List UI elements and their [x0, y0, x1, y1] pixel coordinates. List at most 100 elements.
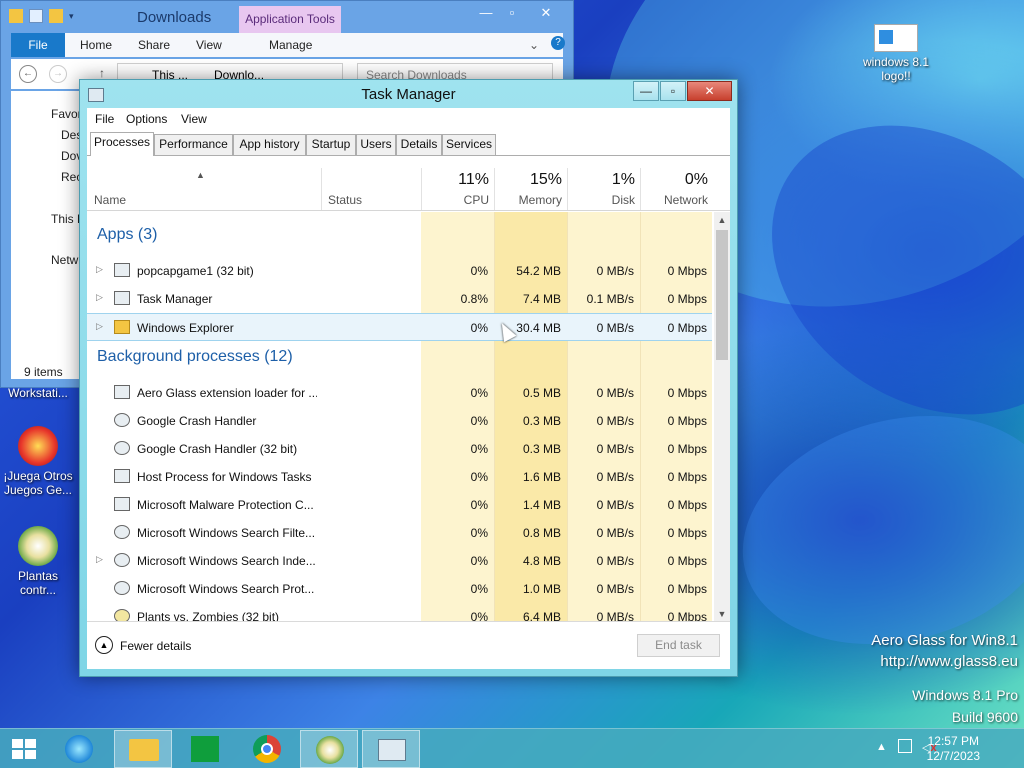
- tab-home[interactable]: Home: [80, 38, 112, 52]
- close-button[interactable]: ✕: [687, 81, 732, 101]
- tab-view[interactable]: View: [196, 38, 222, 52]
- table-row[interactable]: Google Crash Handler 0% 0.3 MB 0 MB/s 0 …: [87, 407, 712, 435]
- desktop-icon-windows-logo[interactable]: windows 8.1 logo!!: [858, 24, 934, 83]
- process-name: Microsoft Windows Search Prot...: [137, 582, 315, 596]
- table-row[interactable]: Google Crash Handler (32 bit) 0% 0.3 MB …: [87, 435, 712, 463]
- end-task-button[interactable]: End task: [637, 634, 720, 657]
- tab-app-history[interactable]: App history: [233, 134, 306, 155]
- nav-item-network[interactable]: Netw: [51, 253, 78, 267]
- taskbar-store[interactable]: [176, 730, 234, 768]
- chevron-down-icon[interactable]: ⌄: [529, 38, 539, 52]
- close-button[interactable]: ✕: [531, 5, 561, 25]
- tab-strip: Processes Performance App history Startu…: [90, 132, 730, 156]
- tab-startup[interactable]: Startup: [306, 134, 356, 155]
- scrollbar-thumb[interactable]: [716, 230, 728, 360]
- nav-item-favorites[interactable]: Favor: [51, 107, 82, 121]
- column-status[interactable]: Status: [328, 193, 362, 207]
- start-button[interactable]: [0, 730, 48, 768]
- column-divider: [494, 168, 495, 210]
- disk-value: 0.1 MB/s: [586, 292, 634, 306]
- table-row[interactable]: Host Process for Windows Tasks 0% 1.6 MB…: [87, 463, 712, 491]
- tab-processes[interactable]: Processes: [90, 132, 154, 156]
- expand-icon[interactable]: ▷: [96, 292, 103, 303]
- table-row[interactable]: Plants vs. Zombies (32 bit) 0% 6.4 MB 0 …: [87, 603, 712, 622]
- table-row[interactable]: Microsoft Windows Search Filte... 0% 0.8…: [87, 519, 712, 547]
- column-memory[interactable]: Memory: [500, 193, 562, 207]
- table-row[interactable]: Microsoft Malware Protection C... 0% 1.4…: [87, 491, 712, 519]
- chrome-icon: [253, 735, 281, 763]
- taskbar: ▲ ◁x 12:57 PM 12/7/2023: [0, 728, 1024, 768]
- expand-icon[interactable]: ▷: [96, 321, 103, 332]
- new-folder-icon[interactable]: [49, 9, 63, 23]
- scroll-up-icon[interactable]: ▲: [714, 212, 730, 228]
- disk-total-percent[interactable]: 1%: [573, 171, 635, 189]
- app-window-icon: [114, 385, 130, 399]
- table-row[interactable]: ▷ popcapgame1 (32 bit) 0% 54.2 MB 0 MB/s…: [87, 257, 712, 285]
- tab-file[interactable]: File: [11, 33, 65, 57]
- network-total-percent[interactable]: 0%: [646, 171, 708, 189]
- process-name: Task Manager: [137, 292, 213, 306]
- back-icon[interactable]: ←: [19, 65, 37, 83]
- tab-share[interactable]: Share: [138, 38, 170, 52]
- memory-total-percent[interactable]: 15%: [500, 171, 562, 189]
- cpu-total-percent[interactable]: 11%: [427, 171, 489, 189]
- column-cpu[interactable]: CPU: [427, 193, 489, 207]
- table-row[interactable]: Microsoft Windows Search Prot... 0% 1.0 …: [87, 575, 712, 603]
- taskbar-file-explorer[interactable]: [114, 730, 172, 768]
- taskbar-plants-vs-zombies[interactable]: [300, 730, 358, 768]
- network-icon[interactable]: [898, 739, 912, 753]
- minimize-button[interactable]: —: [633, 81, 659, 101]
- process-column-header: ▲ Name Status 11% CPU 15% Memory 1% Disk…: [87, 156, 730, 211]
- column-disk[interactable]: Disk: [573, 193, 635, 207]
- column-divider: [421, 168, 422, 210]
- cpu-value: 0%: [470, 582, 488, 596]
- chevron-up-icon[interactable]: ▲: [95, 636, 113, 654]
- menu-file[interactable]: File: [95, 112, 114, 126]
- expand-icon[interactable]: ▷: [96, 264, 103, 275]
- table-row[interactable]: Aero Glass extension loader for ... 0% 0…: [87, 379, 712, 407]
- forward-icon[interactable]: →: [49, 65, 67, 83]
- explorer-titlebar[interactable]: ▾ Downloads Application Tools — ▫ ✕: [1, 1, 573, 33]
- taskbar-clock[interactable]: 12:57 PM 12/7/2023: [927, 734, 980, 764]
- status-bar-item-count: 9 items: [24, 365, 63, 379]
- up-icon[interactable]: ↑: [99, 66, 105, 80]
- show-hidden-icons-icon[interactable]: ▲: [876, 741, 887, 753]
- desktop-icon-label: ¡Juega Otros Juegos Ge...: [3, 469, 73, 497]
- chevron-down-icon[interactable]: ▾: [69, 9, 83, 23]
- expand-icon[interactable]: ▷: [96, 554, 103, 565]
- menu-view[interactable]: View: [181, 112, 207, 126]
- tab-details[interactable]: Details: [396, 134, 442, 155]
- column-name[interactable]: Name: [94, 193, 126, 207]
- properties-icon[interactable]: [29, 9, 43, 23]
- tab-services[interactable]: Services: [442, 134, 496, 155]
- taskbar-task-manager[interactable]: [362, 730, 420, 768]
- task-manager-icon: [378, 739, 406, 761]
- maximize-button[interactable]: ▫: [497, 5, 527, 25]
- task-manager-window[interactable]: Task Manager — ▫ ✕ File Options View Pro…: [79, 79, 738, 677]
- cpu-value: 0%: [470, 554, 488, 568]
- folder-icon: [114, 320, 130, 334]
- maximize-button[interactable]: ▫: [660, 81, 686, 101]
- table-row[interactable]: ▷ Task Manager 0.8% 7.4 MB 0.1 MB/s 0 Mb…: [87, 285, 712, 313]
- taskbar-internet-explorer[interactable]: [50, 730, 108, 768]
- disk-value: 0 MB/s: [596, 321, 634, 335]
- desktop-icon-plants-vs-zombies[interactable]: Plantas contr...: [0, 526, 76, 597]
- table-row[interactable]: ▷ Microsoft Windows Search Inde... 0% 4.…: [87, 547, 712, 575]
- tab-manage[interactable]: Manage: [269, 38, 312, 52]
- tab-users[interactable]: Users: [356, 134, 396, 155]
- contextual-tab-application-tools: Application Tools: [239, 6, 341, 33]
- column-network[interactable]: Network: [646, 193, 708, 207]
- taskbar-chrome[interactable]: [238, 730, 296, 768]
- scroll-down-icon[interactable]: ▼: [714, 606, 730, 622]
- folder-icon[interactable]: [9, 9, 23, 23]
- tab-performance[interactable]: Performance: [154, 134, 233, 155]
- menu-options[interactable]: Options: [126, 112, 167, 126]
- help-icon[interactable]: ?: [551, 36, 565, 50]
- desktop-icon-popcap-games[interactable]: ¡Juega Otros Juegos Ge...: [0, 426, 76, 497]
- network-value: 0 Mbps: [667, 526, 707, 540]
- vertical-scrollbar[interactable]: ▲ ▼: [714, 212, 730, 622]
- sort-ascending-icon[interactable]: ▲: [196, 170, 205, 180]
- table-row-selected[interactable]: ▷ Windows Explorer 0% 30.4 MB 0 MB/s 0 M…: [87, 313, 712, 341]
- desktop-icon-workstation[interactable]: Workstati...: [0, 386, 76, 400]
- fewer-details-link[interactable]: Fewer details: [120, 639, 191, 653]
